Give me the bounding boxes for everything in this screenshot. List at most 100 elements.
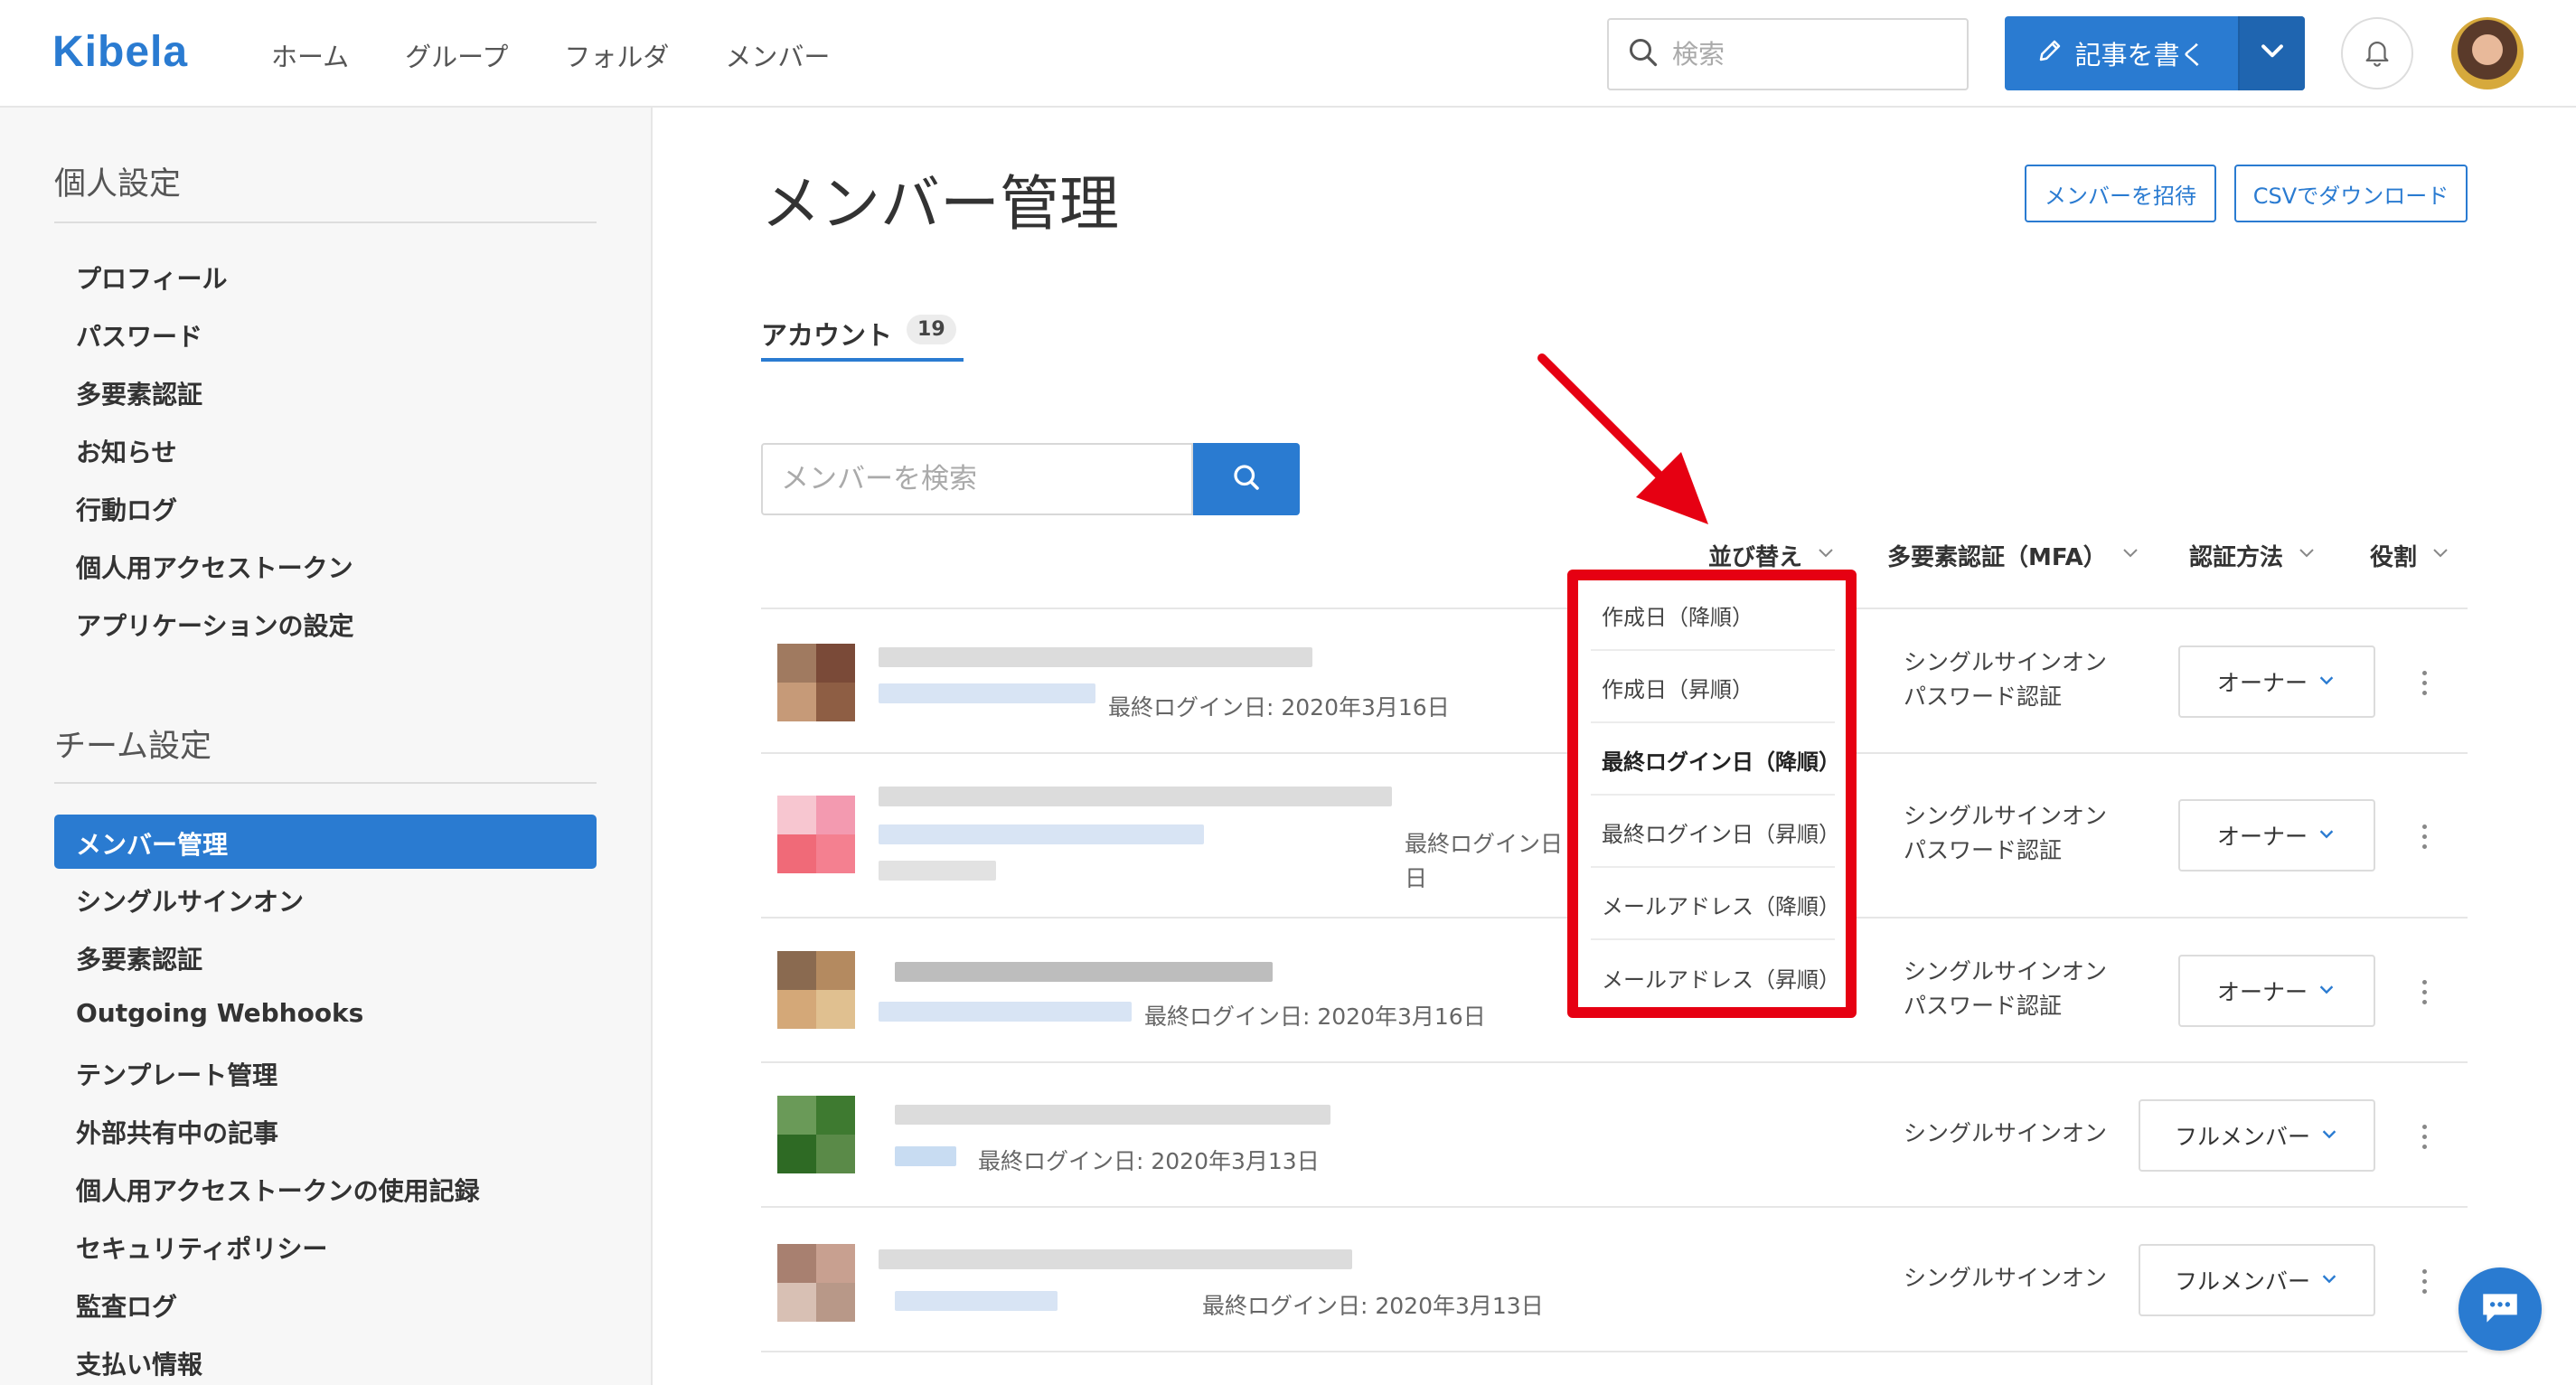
chevron-down-icon	[2296, 542, 2317, 570]
write-dropdown-toggle[interactable]	[2238, 16, 2305, 90]
sidebar-item-templates[interactable]: テンプレート管理	[76, 1056, 277, 1092]
notifications-button[interactable]	[2341, 17, 2413, 90]
chat-icon	[2477, 1285, 2523, 1333]
main-nav: ホーム グループ フォルダ メンバー	[271, 36, 830, 74]
role-filter-label: 役割	[2370, 544, 2418, 571]
top-header: Kibela ホーム グループ フォルダ メンバー 記事を書く	[0, 0, 2576, 108]
member-avatar	[777, 796, 855, 873]
last-login-date: 最終ログイン日: 2020年3月13日	[1202, 1293, 1544, 1319]
chevron-down-icon	[2120, 542, 2141, 570]
last-login-date: 最終ログイン日	[1405, 831, 1564, 857]
auth-method-sso: シングルサインオン	[1904, 1265, 2108, 1291]
role-select[interactable]: フルメンバー	[2139, 1099, 2375, 1172]
divider	[54, 221, 597, 223]
chevron-down-icon	[2317, 978, 2336, 1004]
sort-option-last-login-desc[interactable]: 最終ログイン日（降順）	[1591, 725, 1840, 796]
sidebar-item-password[interactable]: パスワード	[76, 317, 202, 353]
sidebar-item-sso[interactable]: シングルサインオン	[76, 882, 304, 919]
sidebar-item-app-settings[interactable]: アプリケーションの設定	[76, 607, 353, 643]
auth-methods: シングルサインオン パスワード認証	[1904, 645, 2107, 714]
role-select[interactable]: オーナー	[2178, 645, 2375, 718]
member-email-blurred	[879, 1002, 1132, 1022]
sidebar-item-notifications[interactable]: お知らせ	[76, 433, 176, 469]
user-avatar[interactable]	[2451, 17, 2524, 90]
sidebar-item-team-mfa[interactable]: 多要素認証	[76, 940, 202, 976]
chevron-down-icon	[2317, 669, 2336, 695]
role-select[interactable]: オーナー	[2178, 955, 2375, 1027]
kibela-logo[interactable]: Kibela	[52, 27, 188, 77]
nav-members[interactable]: メンバー	[725, 36, 830, 74]
sort-option-email-asc[interactable]: メールアドレス（昇順）	[1591, 942, 1840, 1013]
sidebar-item-security-policy[interactable]: セキュリティポリシー	[76, 1230, 327, 1266]
sort-option-created-asc[interactable]: 作成日（昇順）	[1591, 653, 1835, 723]
tab-count-badge: 19	[907, 315, 956, 344]
auth-methods: シングルサインオン パスワード認証	[1904, 955, 2107, 1023]
auth-method-password: パスワード認証	[1904, 993, 2063, 1019]
member-name-blurred	[879, 1249, 1352, 1269]
sort-filter[interactable]: 並び替え	[1708, 539, 1837, 572]
member-avatar	[777, 644, 855, 721]
sidebar-item-shared-articles[interactable]: 外部共有中の記事	[76, 1114, 278, 1150]
sidebar-item-member-management[interactable]: メンバー管理	[54, 815, 597, 869]
divider	[761, 1351, 2468, 1352]
sidebar-item-access-tokens[interactable]: 個人用アクセストークン	[76, 549, 353, 585]
sidebar-item-profile[interactable]: プロフィール	[76, 259, 227, 296]
csv-download-button[interactable]: CSVでダウンロード	[2234, 165, 2468, 222]
member-avatar	[777, 951, 855, 1029]
last-login-date: 最終ログイン日: 2020年3月16日	[1108, 694, 1450, 721]
member-search-button[interactable]	[1193, 443, 1300, 515]
member-email-blurred	[879, 824, 1204, 844]
more-options-icon[interactable]	[2419, 980, 2430, 1004]
member-search-input[interactable]	[763, 445, 1191, 513]
sidebar-item-activity-log[interactable]: 行動ログ	[76, 491, 177, 527]
role-value: オーナー	[2216, 670, 2308, 696]
page-title: メンバー管理	[761, 169, 1119, 239]
auth-methods: シングルサインオン	[1904, 1116, 2107, 1151]
invite-member-button[interactable]: メンバーを招待	[2025, 165, 2216, 222]
sidebar-item-mfa[interactable]: 多要素認証	[76, 375, 202, 411]
nav-home[interactable]: ホーム	[271, 36, 349, 74]
member-avatar	[777, 1096, 855, 1173]
sort-option-email-desc[interactable]: メールアドレス（降順）	[1591, 870, 1840, 940]
more-options-icon[interactable]	[2419, 671, 2430, 695]
sort-option-last-login-asc[interactable]: 最終ログイン日（昇順）	[1591, 797, 1840, 868]
role-select[interactable]: フルメンバー	[2139, 1244, 2375, 1316]
nav-folders[interactable]: フォルダ	[564, 36, 669, 74]
write-article-button-group: 記事を書く	[2005, 16, 2305, 90]
member-email-blurred	[879, 683, 1095, 703]
auth-method-filter[interactable]: 認証方法	[2189, 539, 2317, 572]
sidebar-item-token-usage[interactable]: 個人用アクセストークンの使用記録	[76, 1172, 480, 1208]
role-value: フルメンバー	[2174, 1268, 2310, 1295]
mfa-filter[interactable]: 多要素認証（MFA）	[1887, 539, 2141, 572]
bell-icon	[2362, 36, 2393, 71]
role-filter[interactable]: 役割	[2370, 539, 2451, 572]
global-search[interactable]	[1607, 18, 1969, 90]
member-name-blurred	[879, 787, 1392, 806]
more-options-icon[interactable]	[2419, 824, 2430, 849]
sidebar-item-billing[interactable]: 支払い情報	[76, 1345, 202, 1381]
member-search[interactable]	[761, 443, 1193, 515]
search-icon	[1627, 36, 1659, 72]
sort-option-created-desc[interactable]: 作成日（降順）	[1591, 580, 1835, 651]
sidebar-item-audit-log[interactable]: 監査ログ	[76, 1287, 177, 1324]
more-options-icon[interactable]	[2419, 1125, 2430, 1149]
role-select[interactable]: オーナー	[2178, 799, 2375, 872]
nav-groups[interactable]: グループ	[405, 36, 508, 74]
search-icon	[1230, 461, 1263, 497]
last-login-date: 最終ログイン日: 2020年3月13日	[978, 1148, 1320, 1174]
tab-accounts[interactable]: アカウント 19	[761, 315, 964, 362]
sidebar-item-webhooks[interactable]: Outgoing Webhooks	[76, 998, 363, 1028]
chevron-down-icon	[2319, 1123, 2339, 1149]
member-name-blurred	[895, 1105, 1330, 1125]
auth-method-sso: シングルサインオン	[1904, 1120, 2108, 1146]
more-options-icon[interactable]	[2419, 1269, 2430, 1294]
write-article-button[interactable]: 記事を書く	[2005, 16, 2238, 90]
search-input[interactable]	[1672, 39, 1943, 70]
member-email-blurred	[895, 1291, 1058, 1311]
member-meta-blurred	[879, 861, 996, 881]
chat-support-button[interactable]	[2458, 1267, 2542, 1351]
auth-method-filter-label: 認証方法	[2189, 544, 2284, 571]
team-settings-heading: チーム設定	[54, 729, 212, 765]
annotation-arrow-icon	[1537, 353, 1708, 524]
auth-methods: シングルサインオン	[1904, 1261, 2107, 1295]
